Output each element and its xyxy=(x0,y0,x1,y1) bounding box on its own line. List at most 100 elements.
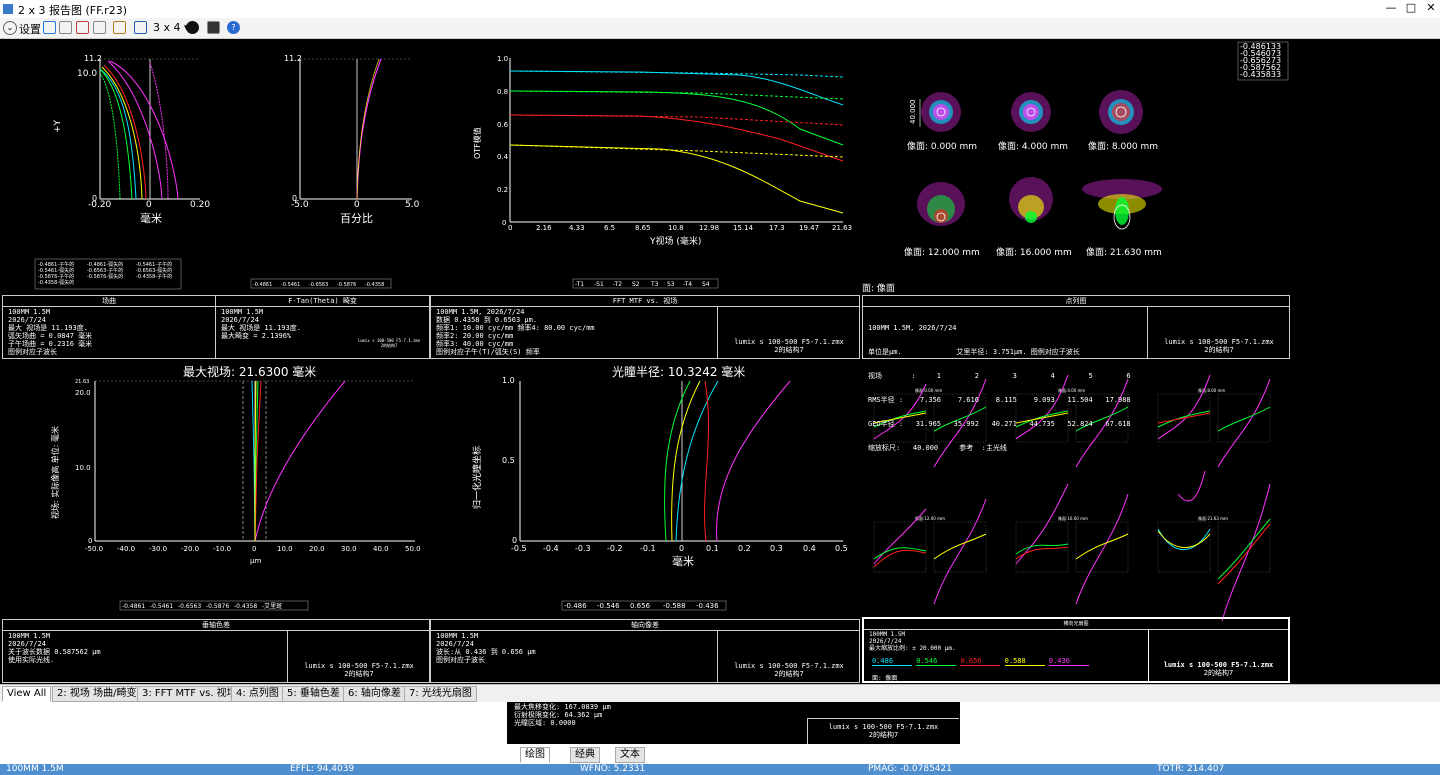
fc-legend-5: -0.6563-子午的 xyxy=(87,267,123,274)
spot-field-6: 像面: 21.630 mm xyxy=(1086,246,1162,258)
fc-info-line-4: 弧矢场曲 = 0.0847 毫米 xyxy=(8,332,93,340)
spot-scale: 40.000 xyxy=(909,100,917,125)
title-bar: 2 x 3 报告图 (FF.r23) — □ ✕ xyxy=(0,0,1440,19)
axial-legend-2: -0.546 xyxy=(597,602,620,610)
lat-x10: 40.0 xyxy=(373,545,389,553)
dist-info-panel: F-Tan(Theta) 畸变 100MM 1.5M 2026/7/24 最大 … xyxy=(215,295,430,359)
dist-legend-2: -0.5461 xyxy=(281,282,300,288)
axial-legend-4: -0.588 xyxy=(663,602,686,610)
fan-info-surface: 面: 像面 xyxy=(872,675,898,682)
layout-dropdown[interactable]: 3 x 4 ▾ xyxy=(153,21,190,35)
axial-x3: -0.3 xyxy=(575,544,591,553)
tab-axial-aberration[interactable]: 6: 轴向像差 xyxy=(343,686,406,702)
tab-plot[interactable]: 绘图 xyxy=(520,747,550,763)
tab-spot-diagram[interactable]: 4: 点列图 xyxy=(231,686,284,702)
print-icon[interactable] xyxy=(93,21,106,34)
fc-info-line-6: 图例对应子波长 xyxy=(8,348,57,356)
lat-x7: 10.0 xyxy=(277,545,293,553)
mtf-info-line-3: 频率1: 10.00 cyc/mm 频率4: 80.00 cyc/mm xyxy=(436,324,595,332)
spot-field-5: 像面: 16.000 mm xyxy=(996,246,1072,258)
spot-diagram: 40.000 像面: 0.000 mm 像面: 4.000 mm 像面: 8.0… xyxy=(862,90,1162,294)
axial-info-lens: lumix s 100-500 F5-7.1.zmx xyxy=(734,662,844,670)
save-icon[interactable] xyxy=(76,21,89,34)
mtf-x7: 12.98 xyxy=(699,224,719,232)
tab-field-curvature[interactable]: 2: 视场 场曲/畸变 xyxy=(52,686,142,702)
fc-info-line-3: 最大 视场是 11.193度. xyxy=(8,324,88,332)
fc-legend-2: -0.4861-弧矢的 xyxy=(87,261,123,268)
status-system: 100MM 1.5M xyxy=(6,764,64,774)
tab-fft-mtf[interactable]: 3: FFT MTF vs. 视场 xyxy=(137,686,242,702)
lat-info-panel: 垂轴色差 100MM 1.5M 2026/7/24 关于波长数据 0.58756… xyxy=(2,619,430,683)
mtf-x6: 10.8 xyxy=(668,224,684,232)
axial-y1: 1.0 xyxy=(502,376,515,385)
lower-lens: lumix s 100-500 F5-7.1.zmx xyxy=(828,723,939,731)
fan-info-lens: lumix s 100-500 F5-7.1.zmx xyxy=(1163,661,1274,669)
spot-info-lens: lumix s 100-500 F5-7.1.zmx xyxy=(1164,338,1274,346)
status-pmag: PMAG: -0.0785421 xyxy=(868,764,952,774)
window-title: 2 x 3 报告图 (FF.r23) xyxy=(18,4,127,17)
axial-x10: 0.4 xyxy=(803,544,816,553)
panel-icon[interactable] xyxy=(207,21,220,34)
chevron-down-icon[interactable]: ⌄ xyxy=(3,21,17,35)
spot-field-3: 像面: 8.000 mm xyxy=(1088,140,1158,152)
lat-legend-2: -0.5461 xyxy=(150,603,173,610)
lat-ytop: 21.63 xyxy=(75,379,89,385)
lower-line-1: 最大焦移变化: 167.0839 μm xyxy=(514,703,611,711)
spot-info-config: 2的结构7 xyxy=(1204,346,1234,354)
mtf-x11: 21.63 xyxy=(832,224,852,232)
lat-legend-1: -0.4861 xyxy=(122,603,145,610)
lat-info-lens: lumix s 100-500 F5-7.1.zmx xyxy=(304,662,414,670)
tab-ray-fan[interactable]: 7: 光线光扇图 xyxy=(404,686,477,702)
fan-info-line-1: 100MM 1.5M xyxy=(869,631,906,638)
lower-view: 最大焦移变化: 167.0839 μm 衍射极限变化: 64.362 μm 光瞳… xyxy=(0,702,1440,764)
mtf-x4: 6.5 xyxy=(604,224,615,232)
spot-wave-5: -0.435833 xyxy=(1240,70,1281,79)
copy-icon[interactable] xyxy=(59,21,72,34)
mtf-y1: 1.0 xyxy=(497,55,508,63)
axial-x2: -0.4 xyxy=(543,544,559,553)
status-wfno: WFNO: 5.2331 xyxy=(580,764,646,774)
fan-info-config: 2的结构7 xyxy=(1203,669,1234,677)
minimize-button[interactable]: — xyxy=(1382,1,1400,14)
fc-y10: 10.0 xyxy=(77,69,97,79)
refresh-icon[interactable] xyxy=(43,21,56,34)
mtf-x2: 2.16 xyxy=(536,224,552,232)
maximize-button[interactable]: □ xyxy=(1402,1,1420,14)
mtf-legend-6: S3 xyxy=(667,281,675,288)
mtf-info-lens: lumix s 100-500 F5-7.1.zmx xyxy=(734,338,844,346)
spot-info-line-6: 缩放标尺: 40.000 参考 :主光线 xyxy=(868,444,1007,452)
power-icon[interactable] xyxy=(186,21,199,34)
lat-x3: -30.0 xyxy=(149,545,167,553)
help-icon[interactable]: ? xyxy=(227,21,240,34)
spot-info-line-3: 视场 : 1 2 3 4 5 6 xyxy=(868,372,1131,380)
fc-info-line-2: 2026/7/24 xyxy=(8,316,46,324)
lock-icon[interactable] xyxy=(113,21,126,34)
spot-field-1: 像面: 0.000 mm xyxy=(907,140,977,152)
mtf-xlabel: Y视场 (毫米) xyxy=(649,235,701,247)
axial-x11: 0.5 xyxy=(835,544,848,553)
axial-ylabel: 归一化光瞳坐标 xyxy=(471,446,483,509)
fc-legend-7: -0.5876-子午的 xyxy=(38,273,74,280)
axial-y2: 0.5 xyxy=(502,456,515,465)
dist-xm: 0 xyxy=(354,200,360,210)
status-effl: EFFL: 94.4039 xyxy=(290,764,355,774)
tab-view-all[interactable]: View All xyxy=(2,686,52,702)
dist-xl: -5.0 xyxy=(291,200,309,210)
mtf-legend-2: -S1 xyxy=(594,281,604,288)
app-icon xyxy=(3,4,13,14)
dist-legend-3: -0.6563 xyxy=(309,282,328,288)
fc-ylabel: +Y xyxy=(53,119,63,133)
spot-4 xyxy=(917,182,965,226)
spot-wave-legend: -0.486133 -0.546073 -0.656273 -0.587562 … xyxy=(1237,41,1289,81)
settings-button[interactable]: 设置 xyxy=(19,21,41,36)
lat-x6: 0 xyxy=(252,545,256,553)
fan-field-3: 像面:8.00 mm xyxy=(1198,387,1225,393)
window-icon[interactable] xyxy=(134,21,147,34)
axial-x1: -0.5 xyxy=(511,544,527,553)
close-button[interactable]: ✕ xyxy=(1422,1,1440,14)
fan-cell-3: 像面:8.00 mm xyxy=(1157,374,1271,468)
tab-text[interactable]: 文本 xyxy=(615,747,645,763)
tab-classic[interactable]: 经典 xyxy=(570,747,600,763)
tab-lateral-color[interactable]: 5: 垂轴色差 xyxy=(282,686,345,702)
lat-x4: -20.0 xyxy=(181,545,199,553)
